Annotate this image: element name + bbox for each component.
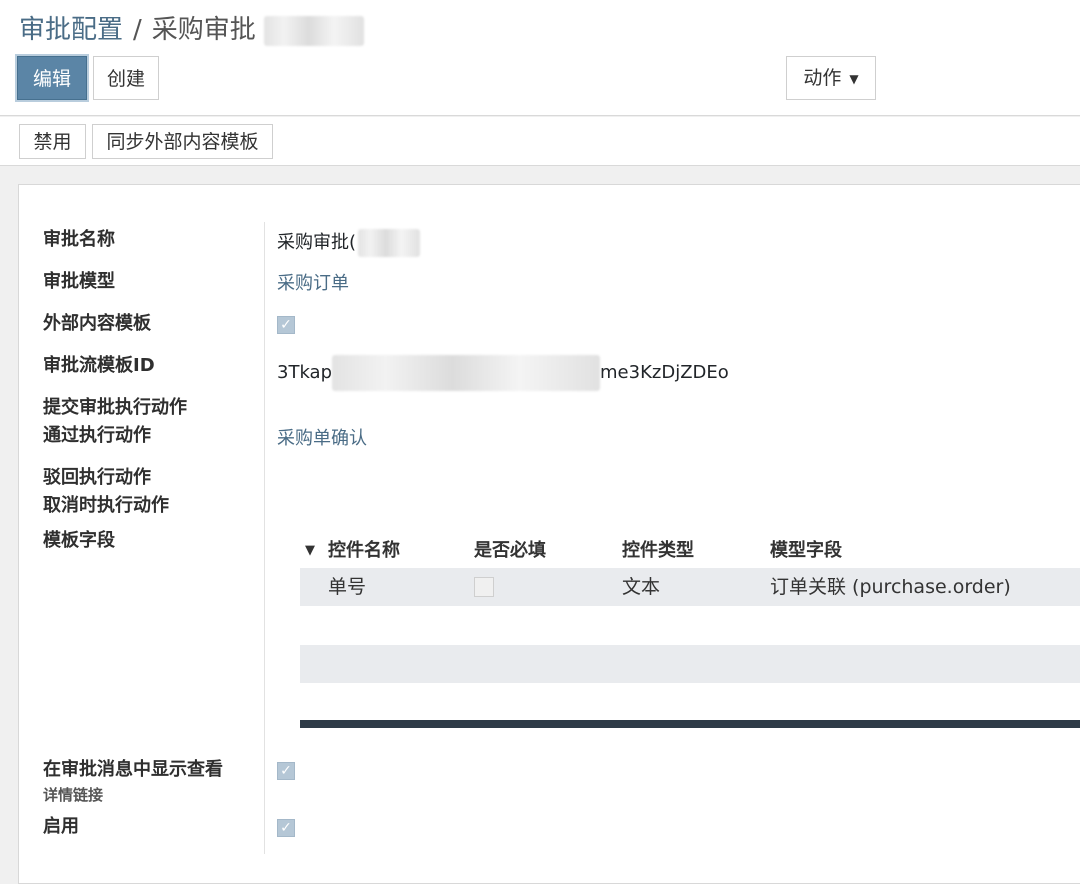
sort-caret-down-icon[interactable]: ▼: [305, 536, 315, 566]
pass-action-link[interactable]: 采购单确认: [277, 425, 367, 453]
show-detail-link-label: 在审批消息中显示查看: [43, 759, 223, 780]
column-header-type[interactable]: 控件类型: [622, 536, 694, 566]
enabled-label: 启用: [43, 816, 79, 837]
column-header-model-field[interactable]: 模型字段: [770, 536, 842, 566]
approval-name-label: 审批名称: [43, 229, 115, 250]
status-bar: 禁用 同步外部内容模板: [0, 117, 1080, 166]
action-dropdown-label: 动作: [803, 67, 842, 89]
edit-button[interactable]: 编辑: [17, 56, 87, 100]
approval-name-value: 采购审批(: [277, 229, 421, 257]
enabled-checkbox[interactable]: ✓: [277, 819, 295, 837]
breadcrumb-current: 采购审批: [151, 15, 256, 45]
cancel-action-label: 取消时执行动作: [43, 495, 169, 516]
column-header-required[interactable]: 是否必填: [474, 536, 546, 566]
submit-action-label: 提交审批执行动作: [43, 397, 187, 418]
approval-name-text: 采购审批(: [277, 232, 357, 253]
redacted-text: [358, 229, 421, 257]
control-panel: 审批配置 / 采购审批 编辑 创建 动作 ▼: [0, 0, 1080, 116]
table-row[interactable]: 单号 文本 订单关联 (purchase.order): [300, 568, 1080, 606]
flow-template-id-prefix: 3Tkap: [277, 362, 333, 383]
flow-template-id-value: 3Tkap me3KzDjZDEo: [277, 355, 729, 391]
reject-action-label: 驳回执行动作: [43, 467, 151, 488]
cell-model-field: 订单关联 (purchase.order): [770, 576, 1011, 598]
pass-action-label: 通过执行动作: [43, 425, 151, 446]
show-detail-link-checkbox[interactable]: ✓: [277, 762, 295, 780]
template-fields-label: 模板字段: [43, 530, 115, 551]
approval-model-label: 审批模型: [43, 271, 115, 292]
show-detail-link-label-line2: 详情链接: [43, 786, 104, 804]
sync-external-template-button[interactable]: 同步外部内容模板: [92, 124, 273, 159]
disable-button[interactable]: 禁用: [19, 124, 86, 159]
flow-template-id-label: 审批流模板ID: [43, 355, 155, 376]
breadcrumb-separator: /: [133, 15, 142, 45]
redacted-text: [264, 15, 365, 46]
breadcrumb: 审批配置 / 采购审批: [19, 12, 365, 48]
table-bottom-rule: [300, 720, 1080, 728]
table-row-empty: [300, 645, 1080, 683]
external-template-checkbox[interactable]: ✓: [277, 316, 295, 334]
external-template-label: 外部内容模板: [43, 313, 151, 334]
breadcrumb-parent-link[interactable]: 审批配置: [19, 15, 123, 45]
cell-name: 单号: [328, 576, 367, 598]
redacted-text: [332, 355, 601, 391]
form-divider: [264, 222, 265, 854]
create-button[interactable]: 创建: [93, 56, 159, 100]
fields-table-header: ▼ 控件名称 是否必填 控件类型 模型字段: [300, 536, 1080, 566]
column-header-name[interactable]: 控件名称: [328, 536, 400, 566]
cell-type: 文本: [622, 576, 661, 598]
approval-model-link[interactable]: 采购订单: [277, 270, 349, 298]
caret-down-icon: ▼: [849, 71, 859, 86]
action-dropdown[interactable]: 动作 ▼: [786, 56, 876, 100]
cell-required-checkbox: [474, 577, 494, 597]
flow-template-id-suffix: me3KzDjZDEo: [600, 362, 729, 383]
